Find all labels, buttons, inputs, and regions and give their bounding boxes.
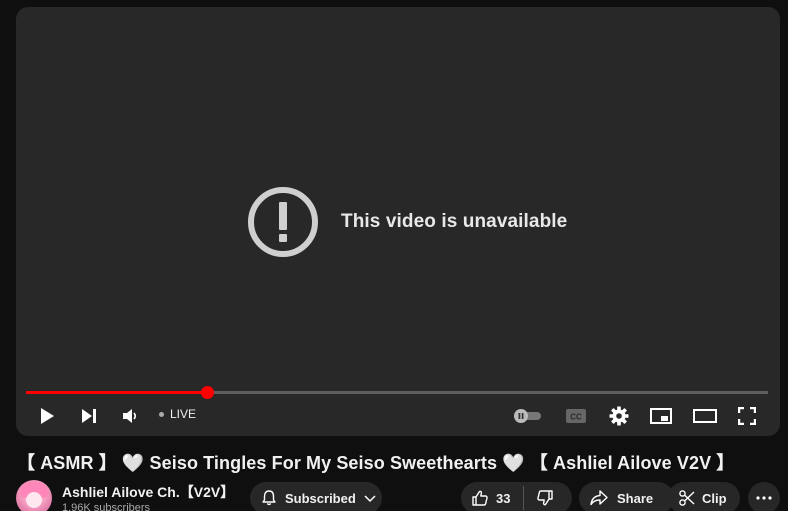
fullscreen-icon xyxy=(738,407,756,425)
autoplay-toggle[interactable] xyxy=(512,407,544,425)
settings-icon xyxy=(609,406,629,426)
subscribed-label: Subscribed xyxy=(285,490,356,506)
share-button[interactable]: Share xyxy=(579,482,674,511)
channel-name[interactable]: Ashliel Ailove Ch.【V2V】 xyxy=(62,482,234,502)
autoplay-toggle-icon xyxy=(514,409,541,423)
like-count: 33 xyxy=(496,490,511,506)
fullscreen-button[interactable] xyxy=(736,405,758,427)
next-icon xyxy=(82,409,96,423)
clip-label: Clip xyxy=(702,490,727,506)
channel-avatar[interactable] xyxy=(16,480,52,511)
alert-icon xyxy=(248,187,318,257)
volume-icon xyxy=(123,409,137,423)
like-icon[interactable] xyxy=(471,489,489,507)
captions-button[interactable]: CC xyxy=(564,405,588,427)
scissors-icon xyxy=(679,490,695,506)
more-icon xyxy=(756,496,772,500)
channel-row: Ashliel Ailove Ch.【V2V】 1.96K subscriber… xyxy=(16,479,788,511)
subscribed-button[interactable]: Subscribed xyxy=(250,482,382,511)
svg-text:CC: CC xyxy=(570,413,582,422)
share-icon xyxy=(590,490,608,506)
bell-icon xyxy=(262,490,276,506)
live-badge[interactable]: LIVE xyxy=(159,407,196,421)
next-button[interactable] xyxy=(77,405,101,427)
clip-button[interactable]: Clip xyxy=(668,482,740,511)
like-divider xyxy=(523,486,525,510)
play-icon xyxy=(41,408,54,424)
mute-button[interactable] xyxy=(119,405,141,427)
captions-icon: CC xyxy=(566,409,586,423)
share-label: Share xyxy=(617,490,654,506)
chevron-down-icon xyxy=(364,495,376,503)
theater-icon xyxy=(693,409,717,423)
video-player[interactable]: This video is unavailable LIVE CC xyxy=(16,7,780,436)
miniplayer-button[interactable] xyxy=(649,405,673,427)
unavailable-message: This video is unavailable xyxy=(247,187,567,257)
video-title: 【 ASMR 】 🤍 Seiso Tingles For My Seiso Sw… xyxy=(17,453,735,473)
miniplayer-icon xyxy=(650,408,672,424)
error-text: This video is unavailable xyxy=(341,211,568,232)
more-actions-button[interactable] xyxy=(748,482,780,511)
play-button[interactable] xyxy=(34,405,60,427)
player-controls: LIVE CC xyxy=(16,399,780,431)
subscriber-count: 1.96K subscribers xyxy=(62,502,151,511)
progress-played xyxy=(26,391,208,394)
live-dot xyxy=(159,411,164,417)
live-label: LIVE xyxy=(170,407,197,421)
dislike-icon[interactable] xyxy=(536,489,554,507)
settings-button[interactable] xyxy=(607,405,631,427)
like-dislike-group: 33 xyxy=(461,482,572,511)
progress-bar[interactable] xyxy=(26,386,768,399)
theater-mode-button[interactable] xyxy=(692,405,718,427)
scrubber-handle[interactable] xyxy=(201,386,215,399)
